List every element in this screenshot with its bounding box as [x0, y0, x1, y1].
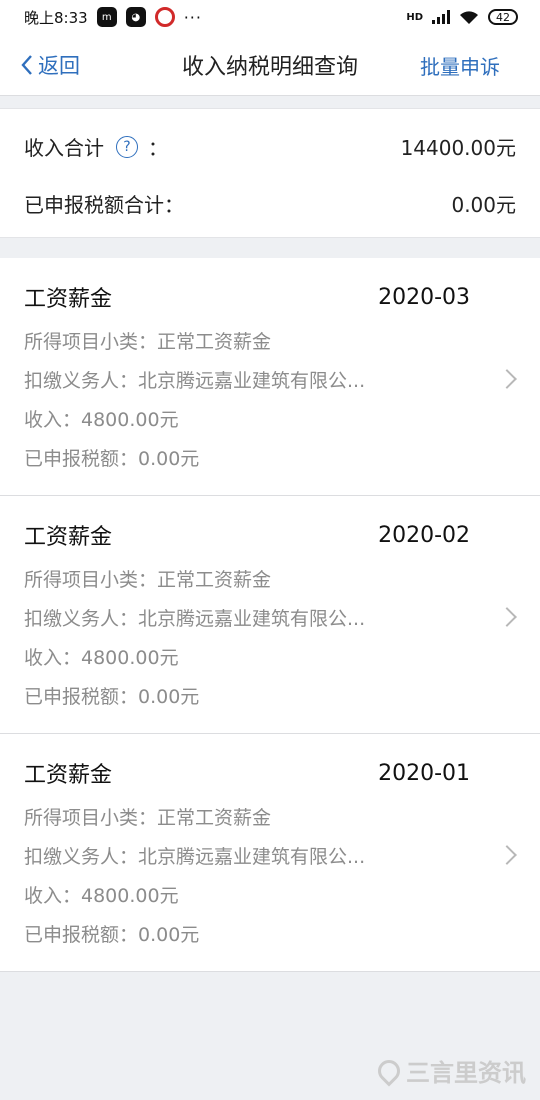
- income-total-colon: ：: [148, 136, 168, 160]
- income-record-card[interactable]: 工资薪金 2020-03 所得项目小类：正常工资薪金 扣缴义务人：北京腾远嘉业建…: [0, 258, 540, 496]
- record-withholder: 扣缴义务人：北京腾远嘉业建筑有限公...: [24, 846, 366, 868]
- record-period: 2020-01: [378, 760, 470, 786]
- reported-tax-total-row: 已申报税额合计： 0.00元: [24, 175, 516, 232]
- chevron-left-icon: [21, 55, 32, 75]
- watermark: 三言里资讯: [373, 1053, 526, 1088]
- reported-tax-total-label: 已申报税额合计：: [24, 193, 184, 217]
- notification-record-icon: [154, 7, 175, 27]
- watermark-text: 三言里资讯: [406, 1059, 526, 1087]
- record-category: 工资薪金: [24, 525, 113, 550]
- notification-app-icon: m: [96, 7, 117, 27]
- record-category: 工资薪金: [24, 287, 113, 312]
- back-button[interactable]: 返回: [20, 34, 80, 96]
- summary-panel: 收入合计 ? ： 14400.00元 已申报税额合计： 0.00元: [0, 108, 540, 238]
- income-record-card[interactable]: 工资薪金 2020-02 所得项目小类：正常工资薪金 扣缴义务人：北京腾远嘉业建…: [0, 496, 540, 734]
- back-label: 返回: [38, 54, 80, 78]
- income-total-row: 收入合计 ? ： 14400.00元: [24, 118, 516, 175]
- batch-appeal-button[interactable]: 批量申诉: [420, 34, 500, 96]
- record-income: 收入：4800.00元: [24, 647, 179, 669]
- battery-icon: 42: [488, 9, 518, 25]
- more-notifications-icon: ···: [183, 7, 202, 27]
- nav-bar: 返回 收入纳税明细查询 批量申诉: [0, 34, 540, 96]
- notification-chat-icon: ◕: [125, 7, 146, 27]
- status-bar: 晚上8:33 m ◕ ··· HD 42: [0, 0, 540, 34]
- record-withholder: 扣缴义务人：北京腾远嘉业建筑有限公...: [24, 608, 366, 630]
- signal-icon: [432, 10, 450, 24]
- record-income: 收入：4800.00元: [24, 885, 179, 907]
- record-reported-tax: 已申报税额：0.00元: [24, 924, 200, 946]
- record-withholder: 扣缴义务人：北京腾远嘉业建筑有限公...: [24, 370, 366, 392]
- location-pin-icon: [373, 1054, 405, 1087]
- network-type-label: HD: [406, 11, 423, 23]
- record-period: 2020-03: [378, 284, 470, 310]
- record-reported-tax: 已申报税额：0.00元: [24, 686, 200, 708]
- record-subcategory: 所得项目小类：正常工资薪金: [24, 807, 272, 829]
- record-category: 工资薪金: [24, 763, 113, 788]
- income-record-list: 工资薪金 2020-03 所得项目小类：正常工资薪金 扣缴义务人：北京腾远嘉业建…: [0, 258, 540, 972]
- record-subcategory: 所得项目小类：正常工资薪金: [24, 569, 272, 591]
- income-total-label: 收入合计: [24, 136, 104, 160]
- reported-tax-total-value: 0.00元: [451, 193, 516, 217]
- record-period: 2020-02: [378, 522, 470, 548]
- record-reported-tax: 已申报税额：0.00元: [24, 448, 200, 470]
- status-time: 晚上8:33: [24, 8, 88, 27]
- help-icon[interactable]: ?: [116, 135, 138, 158]
- income-record-card[interactable]: 工资薪金 2020-01 所得项目小类：正常工资薪金 扣缴义务人：北京腾远嘉业建…: [0, 734, 540, 972]
- record-income: 收入：4800.00元: [24, 409, 179, 431]
- wifi-icon: [460, 10, 478, 24]
- income-total-value: 14400.00元: [400, 136, 516, 160]
- record-subcategory: 所得项目小类：正常工资薪金: [24, 331, 272, 353]
